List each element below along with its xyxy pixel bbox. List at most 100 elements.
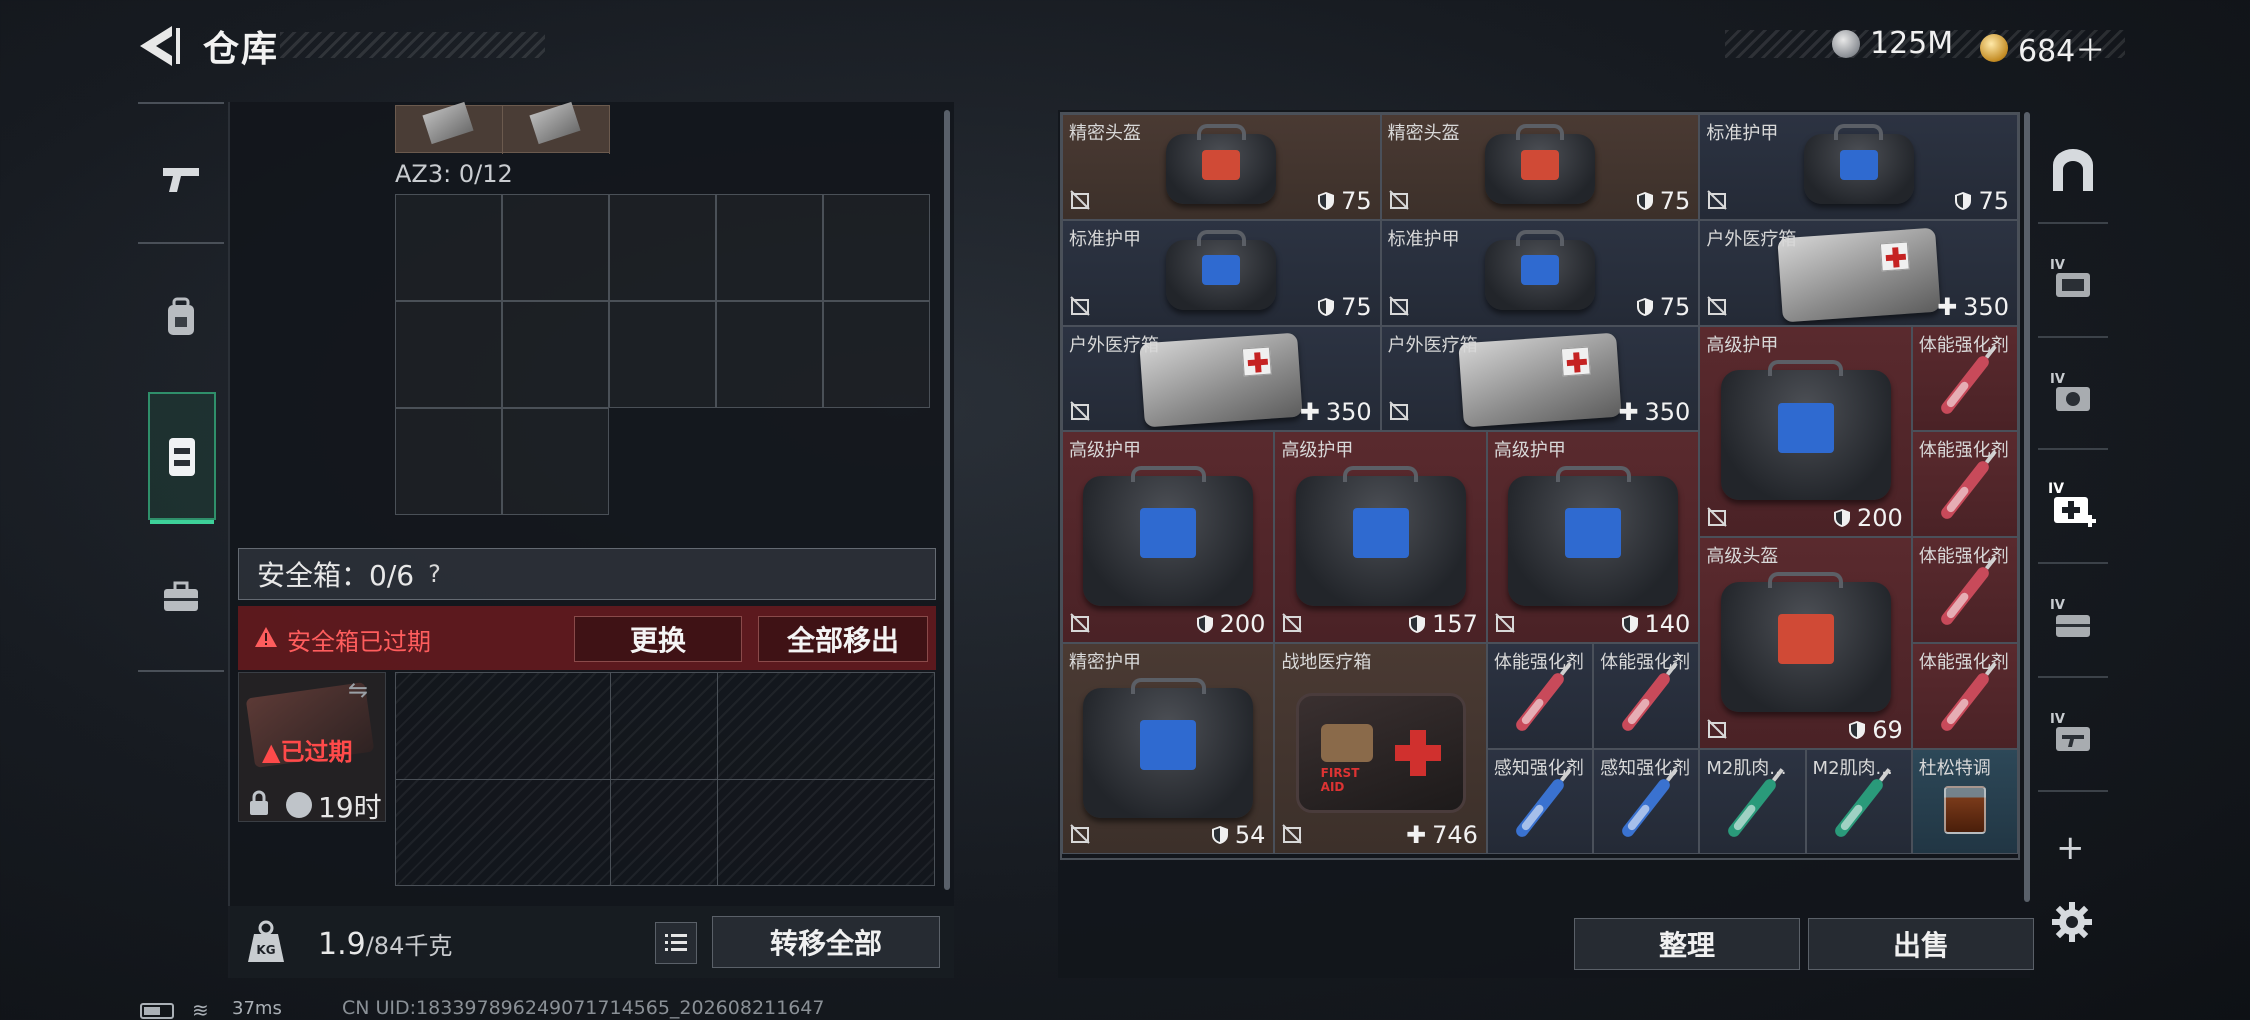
- currency-gold[interactable]: 684＋: [1980, 26, 2105, 70]
- svg-text:IV: IV: [2050, 372, 2065, 387]
- currency-silver[interactable]: 125M: [1832, 26, 1953, 61]
- inventory-item[interactable]: 感知强化剂: [1593, 748, 1700, 855]
- sidebar-item-toolbox-iv[interactable]: IV: [2040, 578, 2106, 658]
- grid-cell[interactable]: [395, 194, 502, 301]
- inventory-item[interactable]: 体能强化剂: [1911, 642, 2018, 749]
- item-thumbnail: [529, 101, 581, 145]
- item-thumbnail: [422, 101, 474, 145]
- inventory-item[interactable]: 体能强化剂: [1911, 325, 2018, 432]
- inventory-item[interactable]: 高级护甲 200: [1699, 325, 1912, 537]
- left-scrollbar[interactable]: [944, 110, 950, 890]
- inventory-item[interactable]: 精密护甲 54: [1062, 642, 1275, 855]
- inventory-item[interactable]: 体能强化剂: [1911, 431, 2018, 537]
- inventory-item[interactable]: 标准护甲 75: [1699, 114, 2018, 220]
- grid-cell[interactable]: [609, 194, 716, 301]
- item-durability: 157: [1408, 610, 1478, 638]
- inventory-item[interactable]: 标准护甲 75: [1062, 219, 1381, 326]
- inventory-item[interactable]: 户外医疗箱 ✚ 350: [1380, 325, 1700, 432]
- inventory-item[interactable]: 高级头盔 69: [1699, 537, 1912, 749]
- back-arrow-icon[interactable]: [138, 22, 182, 70]
- replace-button[interactable]: 更换: [574, 616, 742, 662]
- sidebar-item-rig[interactable]: [148, 392, 216, 524]
- grid-cell[interactable]: [823, 301, 930, 408]
- shield-icon: [1849, 720, 1866, 739]
- inventory-item[interactable]: 杜松特调: [1911, 748, 2018, 855]
- svg-text:IV: IV: [2050, 258, 2065, 273]
- not-storable-icon: [1388, 295, 1409, 316]
- shield-icon: [1318, 191, 1335, 210]
- grid-cell[interactable]: [716, 301, 823, 408]
- sidebar-item-backpack[interactable]: [138, 262, 224, 372]
- armor-case-image: [1720, 360, 1891, 501]
- grid-cell[interactable]: [716, 194, 823, 301]
- not-storable-icon: [1707, 295, 1728, 316]
- inventory-item[interactable]: 精密头盔 75: [1062, 114, 1381, 220]
- inventory-item[interactable]: 标准护甲 75: [1380, 219, 1700, 326]
- inventory-item[interactable]: 感知强化剂: [1486, 748, 1594, 855]
- item-name: 户外医疗箱: [1069, 334, 1159, 356]
- not-storable-icon: [1388, 401, 1409, 421]
- grid-cell[interactable]: [395, 408, 502, 515]
- item-name: 精密头盔: [1387, 123, 1460, 144]
- inventory-item[interactable]: 高级护甲 140: [1486, 431, 1700, 643]
- sidebar-divider: [138, 670, 224, 672]
- shield-icon: [1211, 826, 1228, 845]
- remove-all-button[interactable]: 全部移出: [758, 616, 928, 662]
- sidebar-item-camera[interactable]: IV: [2040, 352, 2106, 432]
- sidebar-divider: [2038, 676, 2108, 678]
- item-heal-amount: ✚ 746: [1405, 821, 1478, 850]
- item-durability: 200: [1196, 610, 1265, 638]
- sidebar-item-storage[interactable]: IV: [2040, 238, 2106, 318]
- gear-icon[interactable]: [2050, 900, 2094, 944]
- item-heal-amount: ✚ 350: [1937, 292, 2009, 321]
- inventory-item[interactable]: 户外医疗箱 ✚ 350: [1062, 325, 1381, 432]
- backpack-icon: [168, 297, 194, 335]
- grid-cell[interactable]: [502, 301, 609, 408]
- warehouse-grid: 精密头盔 75 精密头盔 75 标准护甲 75 标准护甲 75 标准护甲 75 户外医疗箱 ✚ 350 户…: [1062, 114, 2018, 858]
- swap-icon[interactable]: ⇋: [348, 676, 368, 704]
- sidebar-item-weapon-iv[interactable]: IV: [2040, 692, 2106, 772]
- IV-camera-icon: IV: [2050, 372, 2090, 411]
- inventory-item[interactable]: 体能强化剂: [1911, 537, 2018, 643]
- safe-box-grid[interactable]: [395, 672, 935, 886]
- inventory-item[interactable]: M2肌肉...: [1805, 748, 1912, 855]
- sidebar-item-medical[interactable]: IV: [2040, 464, 2106, 544]
- transfer-all-button[interactable]: 转移全部: [712, 916, 940, 968]
- equipped-items-strip[interactable]: [395, 101, 610, 154]
- item-durability: 140: [1621, 610, 1690, 638]
- item-name: M2肌肉...: [1812, 757, 1893, 779]
- right-scrollbar[interactable]: [2024, 112, 2030, 902]
- inventory-item[interactable]: M2肌肉...: [1699, 748, 1806, 855]
- grid-cell[interactable]: [502, 194, 609, 301]
- inventory-item[interactable]: 体能强化剂: [1593, 642, 1700, 749]
- inventory-item[interactable]: 高级护甲 200: [1062, 431, 1275, 643]
- inventory-item[interactable]: 体能强化剂: [1486, 642, 1594, 749]
- sidebar-item-weapon[interactable]: [138, 124, 224, 234]
- inventory-item[interactable]: FIRST AID 战地医疗箱 ✚ 746: [1274, 642, 1487, 855]
- svg-text:IV: IV: [2050, 712, 2065, 727]
- grid-cell[interactable]: [609, 301, 716, 408]
- inventory-item[interactable]: 户外医疗箱 ✚ 350: [1699, 219, 2018, 326]
- grid-cell[interactable]: [823, 194, 930, 301]
- help-icon[interactable]: ?: [428, 560, 441, 588]
- grid-cell[interactable]: [395, 301, 502, 408]
- syringe-image: [1726, 776, 1779, 839]
- item-name: 体能强化剂: [1918, 651, 2009, 673]
- not-storable-icon: [1282, 824, 1303, 844]
- shield-icon: [1955, 191, 1972, 210]
- heal-plus-icon: ✚: [1299, 398, 1320, 427]
- grid-cell[interactable]: [502, 408, 609, 515]
- sidebar-item-safe-room[interactable]: [2040, 130, 2106, 210]
- shield-icon: [1409, 614, 1426, 633]
- sort-button[interactable]: 整理: [1574, 918, 1800, 970]
- inventory-item[interactable]: 高级护甲 157: [1274, 431, 1487, 643]
- shield-icon: [1196, 614, 1213, 633]
- list-view-button[interactable]: [655, 922, 697, 964]
- safe-room-icon: [2053, 149, 2093, 191]
- item-name: 高级护甲: [1069, 440, 1141, 462]
- armor-case-image: [1484, 229, 1595, 310]
- sidebar-item-toolbox[interactable]: [138, 542, 224, 652]
- add-storage-icon[interactable]: +: [2056, 828, 2085, 868]
- inventory-item[interactable]: 精密头盔 75: [1380, 114, 1700, 220]
- sell-button[interactable]: 出售: [1808, 918, 2034, 970]
